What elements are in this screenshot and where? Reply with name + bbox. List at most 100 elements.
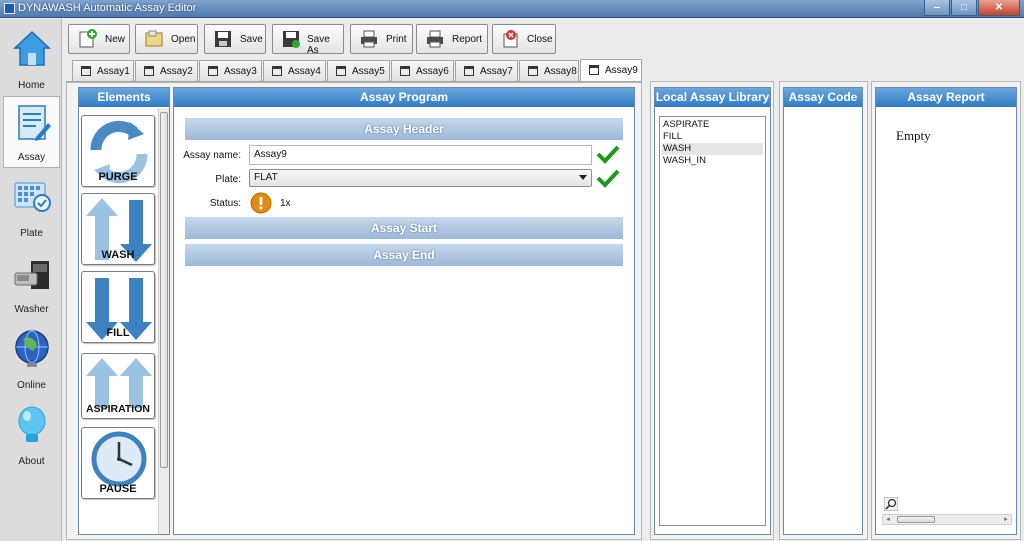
- maximize-button[interactable]: □: [951, 0, 977, 16]
- chevron-down-icon: [579, 175, 587, 180]
- tab-icon: [528, 66, 538, 76]
- tab-assay4[interactable]: Assay4: [263, 60, 326, 81]
- assay-code-panel: Assay Code: [783, 87, 863, 535]
- assay-name-label: Assay name:: [183, 150, 241, 161]
- status-value: 1x: [280, 198, 291, 209]
- nav-plate-label: Plate: [20, 228, 43, 239]
- element-aspiration[interactable]: ASPIRATION: [81, 353, 155, 419]
- tab-icon: [464, 66, 474, 76]
- assay-header-section[interactable]: Assay Header: [185, 118, 623, 140]
- elements-scrollbar[interactable]: [158, 108, 169, 534]
- tab-icon: [336, 66, 346, 76]
- open-folder-icon: [145, 30, 163, 47]
- assay-document-icon: [18, 105, 51, 141]
- lightbulb-icon: [18, 406, 46, 442]
- close-window-button[interactable]: ✕: [978, 0, 1020, 16]
- tab-assay8[interactable]: Assay8: [519, 60, 579, 81]
- list-item[interactable]: ASPIRATE: [662, 119, 763, 131]
- new-button[interactable]: New: [68, 24, 130, 54]
- elements-header: Elements: [79, 88, 169, 107]
- assay-name-input[interactable]: Assay9: [249, 145, 592, 165]
- tab-assay5[interactable]: Assay5: [327, 60, 390, 81]
- nav-about[interactable]: About: [3, 399, 60, 471]
- tab-assay6[interactable]: Assay6: [391, 60, 454, 81]
- minimize-button[interactable]: ‒: [924, 0, 950, 16]
- element-aspiration-label: ASPIRATION: [86, 403, 150, 415]
- close-button-label: Close: [527, 34, 553, 45]
- nav-washer[interactable]: Washer: [3, 247, 60, 319]
- tab-assay7[interactable]: Assay7: [455, 60, 518, 81]
- nav-assay[interactable]: Assay: [3, 96, 60, 168]
- name-valid-check-icon: [596, 145, 620, 164]
- nav-home-label: Home: [18, 80, 45, 91]
- open-button-label: Open: [171, 34, 196, 45]
- new-button-label: New: [105, 34, 126, 45]
- tab-icon: [400, 66, 410, 76]
- tab-icon: [81, 66, 91, 76]
- left-nav: Home Assay Plate Washer Online About: [0, 19, 62, 541]
- scroll-right-icon[interactable]: ▸: [1001, 515, 1011, 524]
- zoom-magnifier-icon[interactable]: [884, 497, 898, 511]
- element-pause[interactable]: PAUSE: [81, 427, 155, 499]
- list-item[interactable]: FILL: [662, 131, 763, 143]
- element-wash-label: WASH: [101, 249, 135, 261]
- plate-grid-icon: [14, 182, 51, 212]
- save-as-button-label: Save As: [307, 34, 330, 56]
- report-printer-icon: [427, 30, 443, 48]
- save-floppy-icon: [215, 31, 231, 47]
- print-button-label: Print: [386, 34, 407, 45]
- elements-scroll-thumb[interactable]: [160, 112, 168, 468]
- tab-assay9[interactable]: Assay9: [580, 59, 642, 81]
- element-purge[interactable]: PURGE: [81, 115, 155, 187]
- nav-washer-label: Washer: [14, 304, 49, 315]
- window-title: DYNAWASH Automatic Assay Editor: [18, 2, 197, 14]
- save-as-button[interactable]: Save As: [272, 24, 344, 56]
- library-header: Local Assay Library: [655, 88, 770, 107]
- scroll-left-icon[interactable]: ◂: [883, 515, 893, 524]
- assay-program-header: Assay Program: [174, 88, 634, 107]
- save-button[interactable]: Save: [204, 24, 266, 54]
- assay-end-section[interactable]: Assay End: [185, 244, 623, 266]
- element-pause-label: PAUSE: [99, 483, 137, 495]
- home-icon: [13, 30, 51, 66]
- nav-online[interactable]: Online: [3, 323, 60, 395]
- nav-online-label: Online: [17, 380, 46, 391]
- library-list: ASPIRATE FILL WASH WASH_IN: [659, 116, 766, 526]
- tab-assay2[interactable]: Assay2: [135, 60, 198, 81]
- report-hscrollbar[interactable]: ◂ ▸: [882, 514, 1012, 525]
- assay-program-panel: Assay Program Assay Header Assay name: A…: [173, 87, 635, 535]
- save-button-label: Save: [240, 34, 263, 45]
- nav-assay-label: Assay: [17, 152, 46, 163]
- app-icon: [4, 3, 15, 14]
- tab-icon: [208, 66, 218, 76]
- assay-report-header: Assay Report: [876, 88, 1016, 107]
- warning-icon: [250, 192, 272, 214]
- nav-plate[interactable]: Plate: [3, 171, 60, 243]
- report-button-label: Report: [452, 34, 483, 45]
- title-bar: DYNAWASH Automatic Assay Editor ‒ □ ✕: [0, 0, 1024, 18]
- close-document-icon: [503, 30, 518, 48]
- element-wash[interactable]: WASH: [81, 193, 155, 265]
- tab-assay1[interactable]: Assay1: [72, 60, 134, 81]
- close-button[interactable]: Close: [492, 24, 556, 54]
- open-button[interactable]: Open: [135, 24, 198, 54]
- printer-icon: [361, 30, 377, 48]
- plate-valid-check-icon: [596, 169, 620, 188]
- status-label: Status:: [209, 198, 241, 209]
- local-assay-library-panel: Local Assay Library ASPIRATE FILL WASH W…: [654, 87, 771, 535]
- list-item[interactable]: WASH_IN: [662, 155, 763, 167]
- element-fill[interactable]: FILL: [81, 271, 155, 343]
- print-button[interactable]: Print: [350, 24, 413, 54]
- list-item[interactable]: WASH: [662, 143, 763, 155]
- elements-panel: Elements PURGE WASH FILL ASPIRATION PAUS…: [78, 87, 170, 535]
- assay-start-section[interactable]: Assay Start: [185, 217, 623, 239]
- tab-assay3[interactable]: Assay3: [199, 60, 262, 81]
- report-scroll-thumb[interactable]: [897, 516, 935, 523]
- plate-select-value: FLAT: [254, 172, 278, 183]
- element-fill-label: FILL: [106, 327, 130, 339]
- nav-home[interactable]: Home: [3, 23, 60, 95]
- report-button[interactable]: Report: [416, 24, 488, 54]
- element-purge-label: PURGE: [98, 171, 138, 183]
- washer-device-icon: [14, 261, 49, 289]
- plate-select[interactable]: FLAT: [249, 169, 592, 187]
